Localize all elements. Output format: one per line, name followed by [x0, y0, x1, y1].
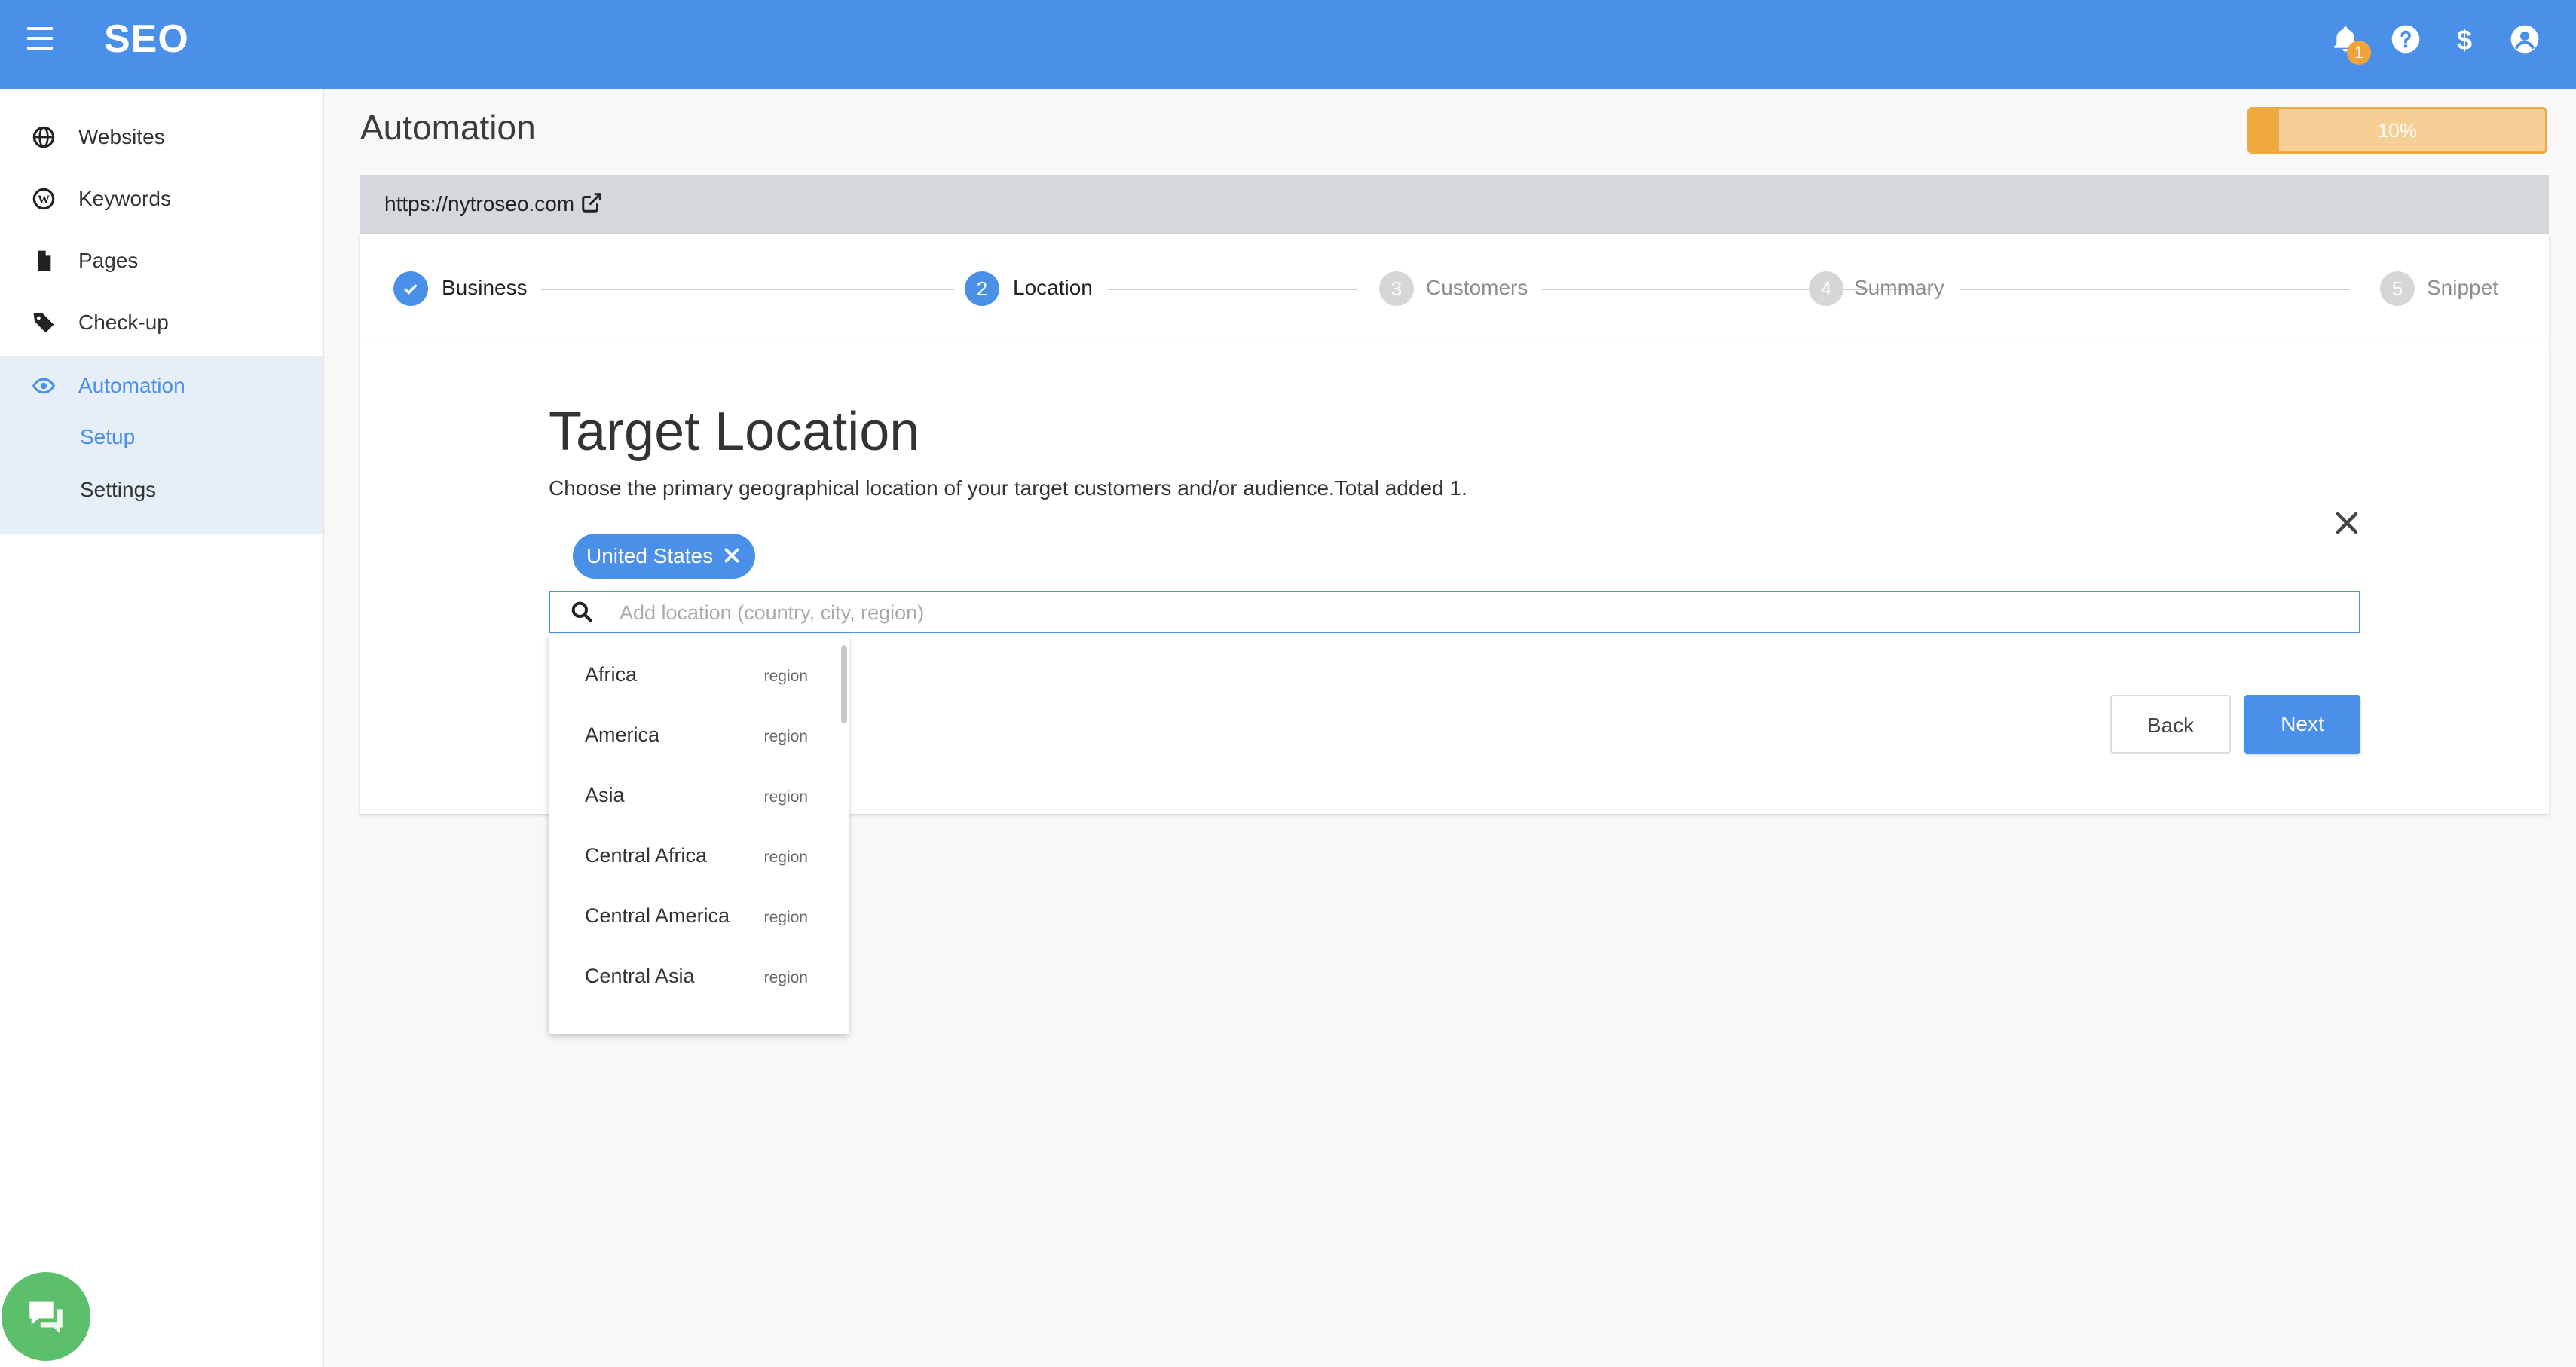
chat-button[interactable]	[2, 1272, 90, 1361]
sidebar-item-websites[interactable]: Websites	[0, 107, 323, 169]
location-chip: United States	[573, 534, 755, 579]
option-type: region	[763, 849, 808, 866]
step-connector	[1108, 289, 1357, 290]
step-label-location: Location	[1013, 276, 1093, 299]
location-search	[549, 591, 2360, 633]
globe-icon	[32, 126, 55, 148]
search-icon	[571, 601, 593, 623]
svg-text:W: W	[38, 194, 50, 206]
sidebar-subitem-setup[interactable]: Setup	[80, 425, 135, 449]
chip-label: United States	[586, 544, 714, 567]
automation-section: Automation Setup Settings	[0, 356, 323, 534]
option-name: Africa	[585, 663, 638, 686]
option-name: Central America	[585, 904, 730, 927]
step-connector	[1960, 289, 2350, 290]
chip-remove-icon[interactable]	[720, 544, 743, 567]
step-label-snippet: Snippet	[2427, 276, 2498, 299]
sidebar-item-label: Websites	[78, 125, 165, 148]
dropdown-option-central-america[interactable]: Central America region	[549, 888, 835, 948]
dollar-icon[interactable]: $	[2449, 24, 2480, 54]
wordpress-icon: W	[32, 188, 55, 210]
sidebar-item-keywords[interactable]: W Keywords	[0, 169, 323, 231]
sidebar-item-check-up[interactable]: Check-up	[0, 292, 323, 354]
page-title: Automation	[360, 108, 536, 147]
file-icon	[38, 250, 51, 271]
dropdown-option-africa[interactable]: Africa region	[549, 647, 835, 707]
option-type: region	[763, 788, 808, 806]
progress-label: 10%	[2377, 119, 2418, 142]
chat-icon	[29, 1301, 63, 1333]
sidebar: Websites W Keywords Pages Check-up Autom…	[0, 89, 324, 1367]
sidebar-item-label: Automation	[78, 374, 185, 397]
clear-all-icon[interactable]	[2333, 509, 2360, 537]
option-name: America	[585, 723, 660, 746]
dropdown-scrollbar[interactable]	[841, 645, 847, 723]
dropdown-option-central-africa[interactable]: Central Africa region	[549, 827, 835, 888]
option-type: region	[763, 668, 808, 685]
app-brand[interactable]: SEO	[104, 17, 189, 62]
dropdown-option-america[interactable]: America region	[549, 707, 835, 767]
step-number: 2	[965, 271, 999, 306]
form-heading: Target Location	[549, 402, 920, 462]
tag-icon	[33, 313, 54, 333]
step-number: 5	[2380, 271, 2415, 306]
form-description: Choose the primary geographical location…	[549, 476, 1467, 500]
account-icon[interactable]	[2510, 24, 2540, 54]
sidebar-item-automation[interactable]: Automation	[0, 356, 323, 417]
option-name: Central Africa	[585, 844, 708, 867]
step-number: 4	[1809, 271, 1843, 306]
external-link-icon	[582, 193, 601, 213]
back-button[interactable]: Back	[2110, 695, 2231, 754]
location-search-input[interactable]	[618, 595, 2339, 630]
option-type: region	[763, 969, 808, 986]
step-label-summary: Summary	[1854, 276, 1944, 299]
step-number: 3	[1379, 271, 1414, 306]
website-url: https://nytroseo.com	[384, 192, 575, 216]
sidebar-item-label: Pages	[78, 249, 139, 272]
location-dropdown: Africa region America region Asia region…	[549, 635, 849, 1034]
eye-icon	[32, 378, 56, 394]
progress-bar: 10%	[2247, 107, 2547, 154]
top-app-bar: SEO 1 $	[0, 0, 2576, 89]
website-url-link[interactable]: https://nytroseo.com	[384, 191, 603, 216]
option-name: Central Asia	[585, 965, 695, 987]
notification-badge: 1	[2347, 41, 2371, 65]
sidebar-item-label: Check-up	[78, 310, 169, 334]
menu-icon[interactable]	[27, 27, 53, 50]
option-type: region	[763, 909, 808, 926]
url-bar: https://nytroseo.com	[360, 175, 2549, 234]
sidebar-subitem-settings[interactable]: Settings	[80, 478, 156, 502]
help-icon[interactable]	[2391, 24, 2421, 54]
dropdown-option-asia[interactable]: Asia region	[549, 767, 835, 827]
step-label-business: Business	[442, 276, 528, 299]
svg-text:$: $	[2457, 24, 2472, 54]
step-1-check-icon	[393, 271, 428, 306]
option-type: region	[763, 728, 808, 745]
sidebar-item-pages[interactable]: Pages	[0, 231, 323, 292]
dropdown-option-central-asia[interactable]: Central Asia region	[549, 948, 835, 1008]
step-label-customers: Customers	[1426, 276, 1528, 299]
sidebar-item-label: Keywords	[78, 187, 171, 210]
stepper: Business 2 Location 3 Customers 4 Summar…	[360, 234, 2549, 344]
option-name: Asia	[585, 784, 625, 806]
step-connector	[541, 289, 954, 290]
next-button[interactable]: Next	[2244, 695, 2360, 754]
